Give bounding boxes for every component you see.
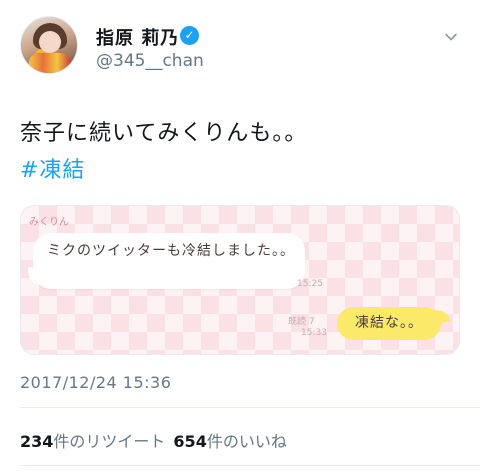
- retweet-stat[interactable]: 234件のリツイート: [20, 432, 165, 451]
- tweet-timestamp[interactable]: 2017/12/24 15:36: [20, 373, 171, 392]
- avatar[interactable]: [20, 16, 78, 74]
- divider: [20, 407, 480, 408]
- verified-check-icon: ✓: [180, 26, 199, 45]
- chat-sender-name: みくりん: [29, 217, 69, 228]
- user-handle[interactable]: @345__chan: [96, 51, 204, 71]
- tweet-text: 奈子に続いてみくりんも。。: [20, 121, 308, 146]
- like-count: 654: [173, 432, 207, 451]
- hashtag-link[interactable]: #凍結: [20, 152, 85, 184]
- display-name[interactable]: 指原 莉乃: [96, 24, 179, 50]
- like-stat[interactable]: 654件のいいね: [173, 432, 286, 451]
- tweet-stats: 234件のリツイート 654件のいいね: [20, 428, 287, 452]
- tweet-media-image[interactable]: みくりん ミクのツイッターも冷結しました。。 15:25 既読 7 15:33 …: [20, 205, 460, 355]
- retweet-label: 件のリツイート: [53, 432, 166, 451]
- chat-read-label: 既読 7: [288, 317, 315, 327]
- chat-time-left: 15:25: [297, 279, 323, 289]
- avatar-face: [39, 31, 61, 53]
- retweet-count: 234: [20, 432, 54, 451]
- avatar-flowers: [29, 53, 71, 73]
- chat-bubble-right: 凍結な。。: [337, 307, 441, 340]
- chat-bubble-left: ミクのツイッターも冷結しました。。: [33, 233, 305, 289]
- chevron-down-icon[interactable]: [444, 30, 458, 44]
- divider: [20, 465, 480, 466]
- chat-time-right: 15:33: [301, 328, 327, 338]
- like-label: 件のいいね: [206, 432, 287, 451]
